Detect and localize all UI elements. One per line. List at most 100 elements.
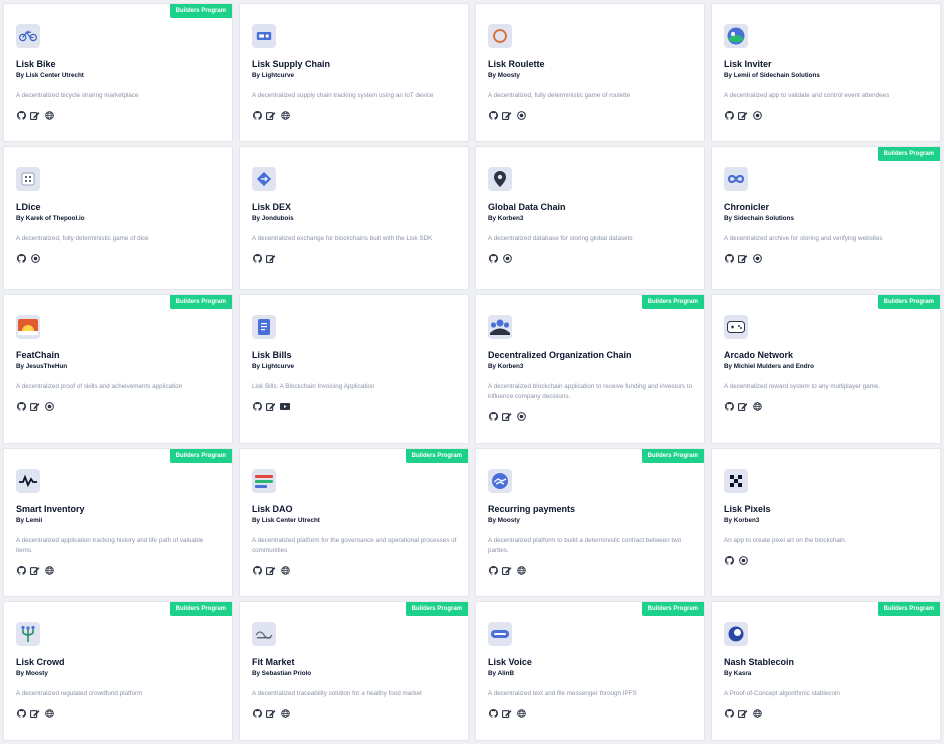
- dapp-card[interactable]: Builders Program Arcado Network By Michiel…: [711, 294, 941, 444]
- docs-icon[interactable]: [266, 565, 276, 575]
- github-icon[interactable]: [488, 110, 498, 120]
- bike-icon: [16, 24, 40, 48]
- github-icon[interactable]: [488, 253, 498, 263]
- github-icon[interactable]: [724, 401, 734, 411]
- website-icon[interactable]: [280, 565, 290, 575]
- github-icon[interactable]: [488, 565, 498, 575]
- github-icon[interactable]: [488, 411, 498, 421]
- dapp-card[interactable]: Lisk DEX By Jondubois A decentralized exch…: [239, 146, 469, 290]
- video-icon[interactable]: [280, 401, 290, 411]
- dapp-title[interactable]: Lisk Supply Chain: [252, 59, 330, 69]
- website-icon[interactable]: [44, 565, 54, 575]
- website-icon[interactable]: [44, 708, 54, 718]
- dapp-title[interactable]: Lisk Roulette: [488, 59, 545, 69]
- docs-icon[interactable]: [266, 253, 276, 263]
- website-icon[interactable]: [516, 708, 526, 718]
- docs-icon[interactable]: [738, 401, 748, 411]
- dapp-card[interactable]: Builders Program Lisk Voice By AlinB A dece…: [475, 601, 705, 741]
- website-icon[interactable]: [752, 401, 762, 411]
- github-icon[interactable]: [16, 401, 26, 411]
- dapp-card[interactable]: Builders Program Smart Inventory By Lemii A…: [3, 448, 233, 597]
- demo-icon[interactable]: [752, 110, 762, 120]
- dapp-title[interactable]: Lisk Voice: [488, 657, 532, 667]
- github-icon[interactable]: [16, 565, 26, 575]
- demo-icon[interactable]: [44, 401, 54, 411]
- dapp-title[interactable]: Lisk DEX: [252, 202, 291, 212]
- dapp-card[interactable]: Lisk Inviter By Lemii of Sidechain Soluti…: [711, 3, 941, 142]
- github-icon[interactable]: [724, 253, 734, 263]
- dapp-title[interactable]: Lisk DAO: [252, 504, 293, 514]
- dapp-title[interactable]: Recurring payments: [488, 504, 575, 514]
- github-icon[interactable]: [252, 401, 262, 411]
- dapp-card[interactable]: Builders Program Chronicler By Sidechain S…: [711, 146, 941, 290]
- github-icon[interactable]: [16, 253, 26, 263]
- dapp-title[interactable]: Lisk Bike: [16, 59, 56, 69]
- github-icon[interactable]: [16, 708, 26, 718]
- github-icon[interactable]: [488, 708, 498, 718]
- demo-icon[interactable]: [516, 110, 526, 120]
- docs-icon[interactable]: [266, 708, 276, 718]
- demo-icon[interactable]: [30, 253, 40, 263]
- dapp-title[interactable]: Lisk Inviter: [724, 59, 772, 69]
- docs-icon[interactable]: [30, 401, 40, 411]
- dapp-title[interactable]: Lisk Crowd: [16, 657, 65, 667]
- github-icon[interactable]: [252, 565, 262, 575]
- dapp-title[interactable]: Smart Inventory: [16, 504, 85, 514]
- dapp-card[interactable]: Global Data Chain By Korben3 A decentraliz…: [475, 146, 705, 290]
- github-icon[interactable]: [252, 708, 262, 718]
- website-icon[interactable]: [516, 565, 526, 575]
- dapp-title[interactable]: Fit Market: [252, 657, 295, 667]
- dapp-card[interactable]: Lisk Bills By Lightcurve Lisk Bills: A Blo…: [239, 294, 469, 444]
- dapp-title[interactable]: Decentralized Organization Chain: [488, 350, 632, 360]
- demo-icon[interactable]: [502, 253, 512, 263]
- github-icon[interactable]: [252, 253, 262, 263]
- dapp-card[interactable]: Builders Program Decentralized Organizati…: [475, 294, 705, 444]
- dapp-card[interactable]: Builders Program Lisk Bike By Lisk Center …: [3, 3, 233, 142]
- docs-icon[interactable]: [502, 565, 512, 575]
- website-icon[interactable]: [44, 110, 54, 120]
- docs-icon[interactable]: [738, 110, 748, 120]
- docs-icon[interactable]: [30, 110, 40, 120]
- github-icon[interactable]: [16, 110, 26, 120]
- github-icon[interactable]: [724, 555, 734, 565]
- demo-icon[interactable]: [516, 411, 526, 421]
- github-icon[interactable]: [724, 708, 734, 718]
- dapp-card[interactable]: Builders Program FeatChain By JesusTheHun A…: [3, 294, 233, 444]
- dapp-title[interactable]: LDice: [16, 202, 41, 212]
- docs-icon[interactable]: [266, 401, 276, 411]
- dapp-title[interactable]: Arcado Network: [724, 350, 793, 360]
- dapp-card[interactable]: Lisk Pixels By Korben3 An app to create pi…: [711, 448, 941, 597]
- dapp-title[interactable]: Chronicler: [724, 202, 769, 212]
- pixel-icon: [724, 469, 748, 493]
- dapp-card[interactable]: Builders Program Recurring payments By Moo…: [475, 448, 705, 597]
- demo-icon[interactable]: [738, 555, 748, 565]
- dapp-card[interactable]: Lisk Roulette By Moosty A decentralized, f…: [475, 3, 705, 142]
- demo-icon[interactable]: [752, 253, 762, 263]
- docs-icon[interactable]: [266, 110, 276, 120]
- docs-icon[interactable]: [502, 708, 512, 718]
- website-icon[interactable]: [280, 708, 290, 718]
- website-icon[interactable]: [752, 708, 762, 718]
- dapp-card[interactable]: Builders Program Fit Market By Sebastian P…: [239, 601, 469, 741]
- dapp-card[interactable]: Builders Program Lisk DAO By Lisk Center U…: [239, 448, 469, 597]
- dapp-author: By Lemii: [16, 517, 43, 524]
- docs-icon[interactable]: [738, 253, 748, 263]
- dapp-card[interactable]: Lisk Supply Chain By Lightcurve A decentra…: [239, 3, 469, 142]
- docs-icon[interactable]: [502, 411, 512, 421]
- dapp-card[interactable]: Builders Program Nash Stablecoin By Kasra A…: [711, 601, 941, 741]
- dapp-title[interactable]: FeatChain: [16, 350, 60, 360]
- dapp-title[interactable]: Lisk Pixels: [724, 504, 771, 514]
- website-icon[interactable]: [280, 110, 290, 120]
- docs-icon[interactable]: [738, 708, 748, 718]
- docs-icon[interactable]: [30, 708, 40, 718]
- docs-icon[interactable]: [502, 110, 512, 120]
- github-icon[interactable]: [252, 110, 262, 120]
- dapp-card[interactable]: LDice By Karek of Thepool.io A decentraliz…: [3, 146, 233, 290]
- dapp-links: [488, 110, 526, 120]
- dapp-title[interactable]: Nash Stablecoin: [724, 657, 794, 667]
- dapp-title[interactable]: Lisk Bills: [252, 350, 292, 360]
- dapp-card[interactable]: Builders Program Lisk Crowd By Moosty A dec…: [3, 601, 233, 741]
- github-icon[interactable]: [724, 110, 734, 120]
- docs-icon[interactable]: [30, 565, 40, 575]
- dapp-title[interactable]: Global Data Chain: [488, 202, 566, 212]
